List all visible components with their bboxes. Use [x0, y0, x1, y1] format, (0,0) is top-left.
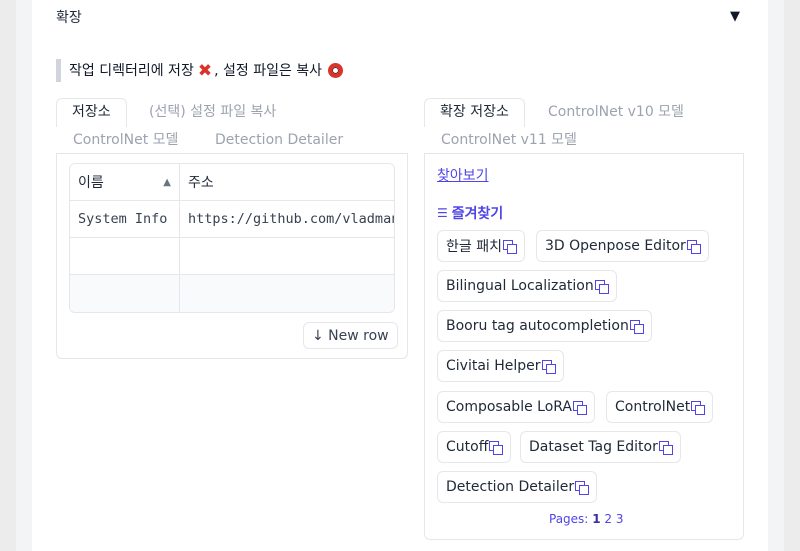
favorites-title-label: 즐겨찾기 [451, 206, 504, 222]
table-cell-url[interactable] [180, 238, 394, 274]
tab-controlnet-model[interactable]: ControlNet 모델 [73, 132, 178, 148]
favorite-label: Dataset Tag Editor [529, 439, 658, 455]
tab-extension-repository[interactable]: 확장 저장소 [424, 98, 525, 127]
external-link-icon [573, 400, 587, 415]
favorite-chip[interactable]: Cutoff [437, 431, 512, 463]
external-link-icon [691, 400, 706, 415]
external-link-icon [489, 440, 504, 455]
column-header-name-label: 이름 [78, 175, 104, 191]
repository-table: 이름 ▲ 주소 System Info https://github.com/v… [69, 163, 395, 313]
favorite-chip[interactable]: Civitai Helper [437, 350, 564, 382]
tab-controlnet-v10[interactable]: ControlNet v10 모델 [548, 104, 684, 120]
favorite-label: Civitai Helper [446, 358, 541, 374]
favorite-label: Bilingual Localization [446, 278, 594, 294]
favorite-chip[interactable]: ControlNet [606, 391, 714, 423]
tab-copy-config[interactable]: (선택) 설정 파일 복사 [149, 104, 276, 120]
external-link-icon [541, 359, 556, 374]
sort-up-icon[interactable]: ▲ [163, 177, 171, 188]
favorite-chip[interactable]: Composable LoRA [437, 391, 595, 423]
external-link-icon [629, 319, 644, 334]
favorite-label: 한글 패치 [446, 239, 502, 255]
cross-mark-icon: ✖ [197, 60, 213, 81]
favorite-label: Cutoff [446, 439, 489, 455]
column-header-name[interactable]: 이름 ▲ [70, 164, 180, 200]
page-link-2[interactable]: 2 [604, 512, 612, 526]
table-cell-name[interactable] [70, 275, 180, 312]
favorite-label: Booru tag autocompletion [446, 318, 629, 334]
favorite-chip[interactable]: 3D Openpose Editor [536, 230, 709, 262]
favorite-label: 3D Openpose Editor [545, 238, 686, 254]
tab-controlnet-v11[interactable]: ControlNet v11 모델 [441, 132, 577, 148]
favorite-chip[interactable]: Booru tag autocompletion [437, 310, 652, 342]
column-header-url[interactable]: 주소 [180, 164, 394, 200]
favorites-title: ☰ 즐겨찾기 [437, 203, 503, 223]
table-cell-url[interactable] [180, 275, 394, 312]
favorite-label: Detection Detailer [446, 479, 575, 495]
tab-detection-detailer[interactable]: Detection Detailer [215, 132, 343, 148]
favorite-chip[interactable]: 한글 패치 [437, 230, 525, 262]
favorite-chip[interactable]: Detection Detailer [437, 471, 598, 503]
favorite-chip[interactable]: Dataset Tag Editor [520, 431, 681, 463]
table-header: 이름 ▲ 주소 [70, 164, 394, 201]
table-row[interactable] [70, 275, 394, 312]
external-link-icon [575, 480, 590, 495]
page-link-1[interactable]: 1 [592, 512, 600, 526]
info-note: 작업 디렉터리에 저장 ✖ , 설정 파일은 복사 [56, 59, 344, 82]
favorite-label: Composable LoRA [446, 399, 572, 415]
note-text: 작업 디렉터리에 저장 [69, 62, 194, 79]
tab-repository[interactable]: 저장소 [56, 98, 127, 127]
table-row[interactable]: System Info https://github.com/vladmandi… [70, 201, 394, 238]
table-cell-name[interactable] [70, 238, 180, 274]
external-link-icon [594, 279, 609, 294]
new-row-button[interactable]: ↓ New row [303, 322, 398, 349]
note-text-2: , 설정 파일은 복사 [214, 62, 323, 79]
browse-link[interactable]: 찾아보기 [437, 165, 489, 185]
page-link-3[interactable]: 3 [616, 512, 624, 526]
table-cell-url[interactable]: https://github.com/vladmandic/sd-extensi… [180, 201, 394, 237]
section-title: 확장 [56, 10, 82, 26]
table-row[interactable] [70, 238, 394, 275]
hollow-circle-icon [328, 63, 344, 78]
triangle-down-icon[interactable]: ▼ [730, 9, 740, 24]
external-link-icon [686, 239, 701, 254]
table-cell-name[interactable]: System Info [70, 201, 180, 237]
list-icon: ☰ [437, 206, 448, 220]
external-link-icon [658, 440, 673, 455]
favorite-chip[interactable]: Bilingual Localization [437, 270, 617, 302]
pagination: Pages: 1 2 3 [549, 512, 623, 526]
favorite-label: ControlNet [615, 399, 691, 415]
pagination-label: Pages: [549, 512, 589, 526]
external-link-icon [502, 239, 517, 254]
